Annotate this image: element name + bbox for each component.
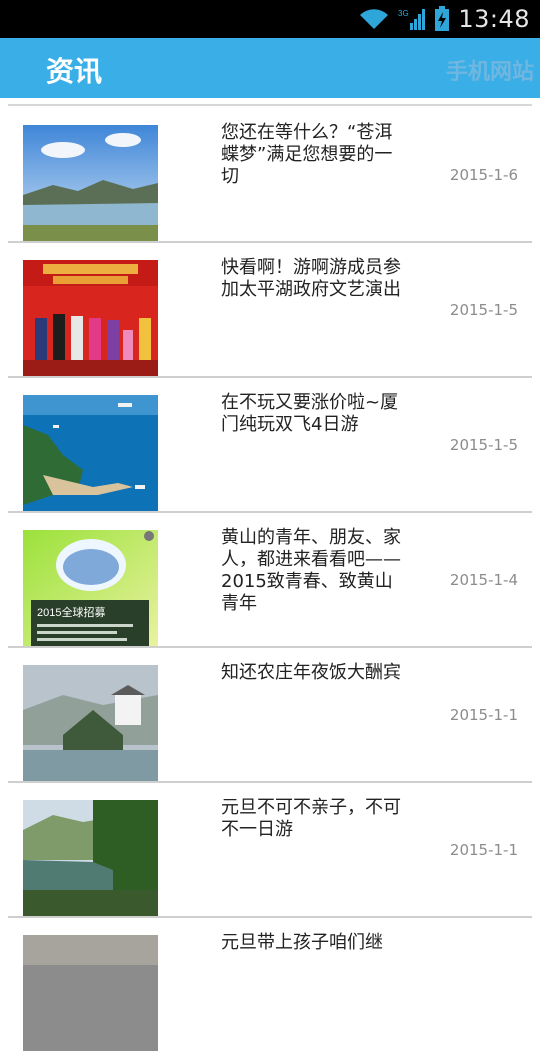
status-bar: 3G 13:48 bbox=[0, 0, 540, 38]
news-item[interactable]: 2015全球招募 黄山的青年、朋友、家人，都进来看看吧——2015致青春、致黄山… bbox=[8, 511, 532, 648]
news-thumbnail bbox=[23, 395, 158, 511]
news-item[interactable]: 知还农庄年夜饭大酬宾 2015-1-1 bbox=[8, 646, 532, 783]
signal-icon: 3G bbox=[398, 9, 426, 30]
news-title: 元旦带上孩子咱们继 bbox=[221, 932, 383, 953]
news-item[interactable]: 快看啊！游啊游成员参加太平湖政府文艺演出 2015-1-5 bbox=[8, 241, 532, 378]
news-title: 知还农庄年夜饭大酬宾 bbox=[221, 662, 401, 683]
news-thumbnail bbox=[23, 800, 158, 916]
news-title: 您还在等什么？“苍洱蝶梦”满足您想要的一切 bbox=[221, 122, 393, 187]
news-date: 2015-1-4 bbox=[449, 571, 518, 589]
news-title: 元旦不可不亲子，不可不一日游 bbox=[221, 797, 401, 840]
news-thumbnail bbox=[23, 935, 158, 1051]
news-thumbnail bbox=[23, 260, 158, 376]
news-thumbnail: 2015全球招募 bbox=[23, 530, 158, 646]
svg-text:3G: 3G bbox=[398, 9, 409, 18]
news-title: 黄山的青年、朋友、家人，都进来看看吧——2015致青春、致黄山青年 bbox=[221, 527, 401, 614]
news-item[interactable]: 在不玩又要涨价啦~厦门纯玩双飞4日游 2015-1-5 bbox=[8, 376, 532, 513]
news-date: 2015-1-5 bbox=[449, 301, 518, 319]
news-date: 2015-1-5 bbox=[449, 436, 518, 454]
battery-charging-icon bbox=[435, 6, 450, 31]
news-date: 2015-1-1 bbox=[449, 706, 518, 724]
news-title: 在不玩又要涨价啦~厦门纯玩双飞4日游 bbox=[221, 392, 399, 435]
clock: 13:48 bbox=[458, 5, 530, 33]
news-item[interactable]: 元旦不可不亲子，不可不一日游 2015-1-1 bbox=[8, 781, 532, 918]
mobile-site-link[interactable]: 手机网站 bbox=[446, 54, 534, 86]
app-bar: 资讯 手机网站 bbox=[0, 38, 540, 98]
news-date: 2015-1-1 bbox=[449, 841, 518, 859]
wifi-icon bbox=[360, 9, 389, 29]
news-item[interactable]: 您还在等什么？“苍洱蝶梦”满足您想要的一切 2015-1-6 bbox=[8, 106, 532, 243]
status-icons: 3G 13:48 bbox=[358, 4, 530, 34]
news-thumbnail bbox=[23, 125, 158, 241]
news-date: 2015-1-6 bbox=[449, 166, 518, 184]
news-title: 快看啊！游啊游成员参加太平湖政府文艺演出 bbox=[221, 257, 401, 300]
news-item[interactable]: 元旦带上孩子咱们继 bbox=[8, 916, 532, 1051]
thumbnail-caption: 2015全球招募 bbox=[37, 605, 105, 619]
page-title: 资讯 bbox=[46, 55, 103, 88]
news-thumbnail bbox=[23, 665, 158, 781]
